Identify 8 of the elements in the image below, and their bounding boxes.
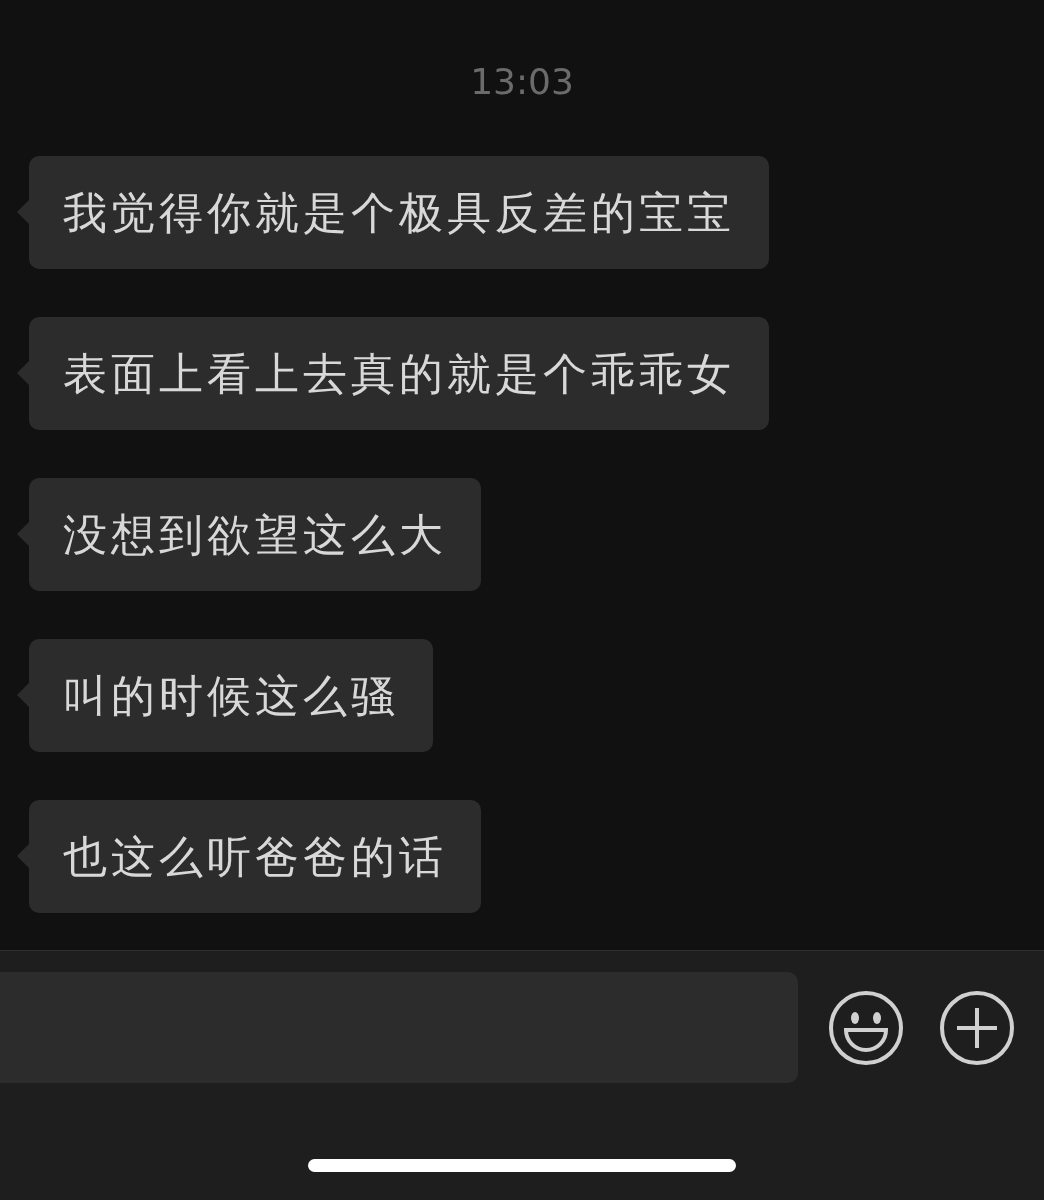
- message-text: 也这么听爸爸的话: [63, 829, 447, 884]
- message-text: 没想到欲望这么大: [63, 507, 447, 562]
- message-text: 表面上看上去真的就是个乖乖女: [63, 346, 735, 401]
- message-text: 我觉得你就是个极具反差的宝宝: [63, 185, 735, 240]
- plus-icon[interactable]: [939, 989, 1015, 1066]
- message-text: 叫的时候这么骚: [63, 668, 399, 723]
- timestamp: 13:03: [470, 60, 574, 104]
- emoji-icon[interactable]: [828, 989, 904, 1066]
